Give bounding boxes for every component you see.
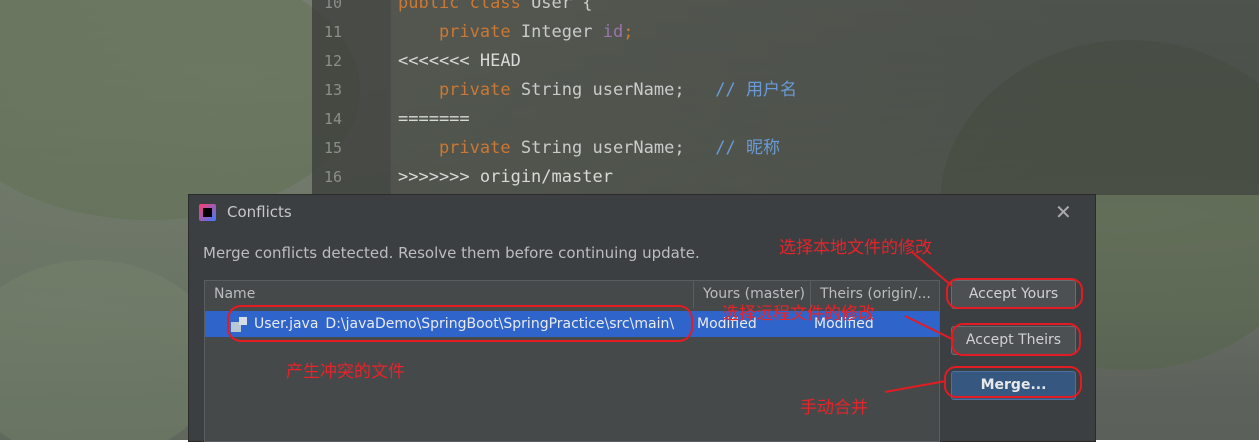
annotation-arrow <box>904 315 955 341</box>
annotation-remote: 选择远程文件的修改 <box>722 304 875 324</box>
annotation-arrow <box>884 380 947 393</box>
annotation-local: 选择本地文件的修改 <box>779 238 932 258</box>
annotation-manual-merge: 手动合并 <box>800 398 868 418</box>
annotation-conflict-file: 产生冲突的文件 <box>286 362 405 382</box>
annotation-arrows <box>884 251 955 393</box>
